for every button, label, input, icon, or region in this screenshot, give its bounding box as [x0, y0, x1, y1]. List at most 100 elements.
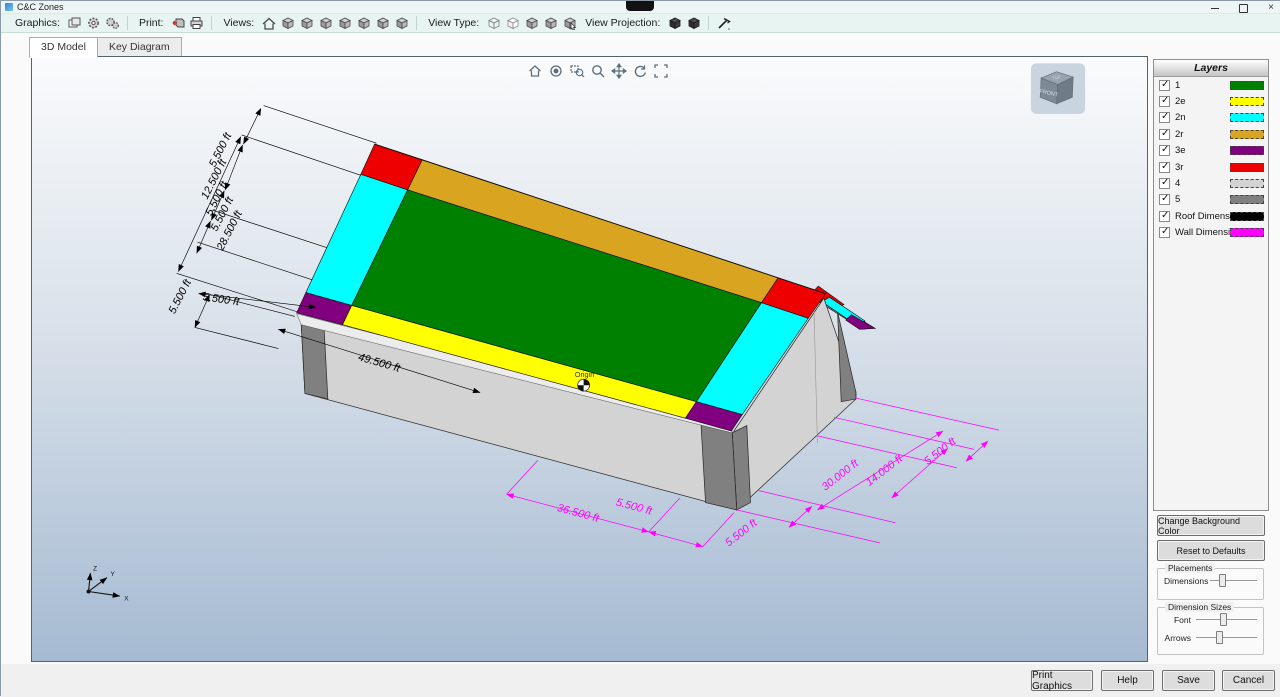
print-preview-icon[interactable]: [66, 15, 83, 31]
layer-color-swatch[interactable]: [1230, 179, 1264, 188]
layer-color-swatch[interactable]: [1230, 81, 1264, 90]
footer-bar: Print Graphics Help Save Cancel: [1, 664, 1280, 697]
vp-zoom-icon[interactable]: [589, 62, 607, 80]
layer-color-swatch[interactable]: [1230, 113, 1264, 122]
vp-pan-icon[interactable]: [610, 62, 628, 80]
layer-color-swatch[interactable]: [1230, 228, 1264, 237]
layer-label: 5: [1175, 194, 1230, 205]
pick-view-icon[interactable]: [561, 15, 578, 31]
view-iso-6-icon[interactable]: [374, 15, 391, 31]
viewport-3d[interactable]: 5.500 ft 12.500 ft 5.500 ft 5.500 ft 28.…: [31, 56, 1148, 662]
scene-canvas: 5.500 ft 12.500 ft 5.500 ft 5.500 ft 28.…: [32, 57, 1148, 662]
view-iso-5-icon[interactable]: [355, 15, 372, 31]
layer-color-swatch[interactable]: [1230, 163, 1264, 172]
placements-group: Placements Dimensions: [1157, 568, 1264, 600]
axis-y-label: Y: [111, 571, 116, 578]
shaded-view-icon[interactable]: [523, 15, 540, 31]
layer-color-swatch[interactable]: [1230, 146, 1264, 155]
close-icon[interactable]: ×: [1265, 2, 1277, 14]
help-button[interactable]: Help: [1101, 670, 1154, 691]
svg-text:5.500 ft: 5.500 ft: [167, 277, 195, 316]
layer-checkbox[interactable]: [1159, 162, 1170, 173]
layer-row: Roof Dimensions: [1154, 208, 1268, 224]
svg-text:5.500 ft: 5.500 ft: [922, 435, 959, 468]
dimension-sizes-group: Dimension Sizes Font Arrows: [1157, 607, 1264, 655]
perspective-projection-icon[interactable]: [685, 15, 702, 31]
cancel-button[interactable]: Cancel: [1222, 670, 1275, 691]
axis-x-label: X: [124, 596, 129, 603]
layer-color-swatch[interactable]: [1230, 195, 1264, 204]
svg-text:36.500 ft: 36.500 ft: [556, 502, 601, 525]
layers-panel-title: Layers: [1154, 60, 1268, 77]
save-button[interactable]: Save: [1162, 670, 1215, 691]
layer-label: Wall Dimensions: [1175, 227, 1230, 238]
layer-checkbox[interactable]: [1159, 178, 1170, 189]
view-iso-4-icon[interactable]: [336, 15, 353, 31]
window-title: C&C Zones: [17, 2, 64, 12]
arrows-slider[interactable]: [1196, 631, 1257, 644]
vp-rotate-icon[interactable]: [631, 62, 649, 80]
layer-color-swatch[interactable]: [1230, 212, 1264, 221]
app-icon: [5, 3, 13, 11]
layer-color-swatch[interactable]: [1230, 97, 1264, 106]
layer-checkbox[interactable]: [1159, 80, 1170, 91]
dimension-sizes-group-title: Dimension Sizes: [1165, 602, 1234, 612]
layer-label: 2r: [1175, 129, 1230, 140]
layer-checkbox[interactable]: [1159, 211, 1170, 222]
layer-row: 5: [1154, 192, 1268, 208]
printer-icon[interactable]: [188, 15, 205, 31]
layer-checkbox[interactable]: [1159, 96, 1170, 107]
shaded-edges-view-icon[interactable]: [542, 15, 559, 31]
graphics-export-icon[interactable]: [104, 15, 121, 31]
vp-orbit-icon[interactable]: [547, 62, 565, 80]
svg-text:5.500 ft: 5.500 ft: [723, 517, 760, 550]
layer-label: 2n: [1175, 112, 1230, 123]
axis-z-label: Z: [93, 565, 97, 572]
home-view-icon[interactable]: [260, 15, 277, 31]
vp-home-icon[interactable]: [526, 62, 544, 80]
change-background-color-button[interactable]: Change Background Color: [1157, 515, 1265, 536]
dimensions-slider[interactable]: [1210, 574, 1257, 587]
layers-panel: Layers 12e2n2r3e3r45Roof DimensionsWall …: [1153, 59, 1269, 511]
tab-3d-model[interactable]: 3D Model: [29, 37, 98, 58]
view-cube[interactable]: FRONT TOP: [1031, 63, 1085, 113]
placements-group-title: Placements: [1165, 563, 1215, 573]
print-label: Print:: [139, 17, 164, 29]
view-iso-7-icon[interactable]: [393, 15, 410, 31]
vp-fullscreen-icon[interactable]: [652, 62, 670, 80]
graphics-settings-icon[interactable]: [85, 15, 102, 31]
view-iso-3-icon[interactable]: [317, 15, 334, 31]
graphics-label: Graphics:: [15, 17, 60, 29]
arrows-slider-label: Arrows: [1164, 633, 1196, 643]
layer-row: 2r: [1154, 126, 1268, 142]
print-graphics-button[interactable]: Print Graphics: [1031, 670, 1093, 691]
layer-row: 4: [1154, 175, 1268, 191]
layer-checkbox[interactable]: [1159, 227, 1170, 238]
layer-label: Roof Dimensions: [1175, 211, 1230, 222]
reset-to-defaults-button[interactable]: Reset to Defaults: [1157, 540, 1265, 561]
layer-checkbox[interactable]: [1159, 194, 1170, 205]
vp-zoom-window-icon[interactable]: [568, 62, 586, 80]
layer-row: Wall Dimensions: [1154, 225, 1268, 241]
view-iso-2-icon[interactable]: [298, 15, 315, 31]
wireframe-view-icon[interactable]: [485, 15, 502, 31]
layer-color-swatch[interactable]: [1230, 130, 1264, 139]
restore-icon[interactable]: [1237, 2, 1249, 14]
layer-checkbox[interactable]: [1159, 145, 1170, 156]
minimize-icon[interactable]: [1209, 2, 1221, 14]
measure-tool-icon[interactable]: [715, 15, 732, 31]
main-toolbar: Graphics: Print: Views: View Type: View …: [1, 14, 1280, 33]
svg-text:30.000 ft: 30.000 ft: [820, 457, 862, 493]
view-iso-1-icon[interactable]: [279, 15, 296, 31]
layer-label: 1: [1175, 80, 1230, 91]
layer-checkbox[interactable]: [1159, 129, 1170, 140]
layer-row: 2n: [1154, 110, 1268, 126]
tab-key-diagram[interactable]: Key Diagram: [97, 37, 182, 58]
parallel-projection-icon[interactable]: [666, 15, 683, 31]
layer-checkbox[interactable]: [1159, 112, 1170, 123]
hidden-line-view-icon[interactable]: [504, 15, 521, 31]
font-slider[interactable]: [1196, 613, 1257, 626]
print-export-icon[interactable]: [169, 15, 186, 31]
view-projection-label: View Projection:: [585, 17, 660, 29]
layer-row: 1: [1154, 77, 1268, 93]
